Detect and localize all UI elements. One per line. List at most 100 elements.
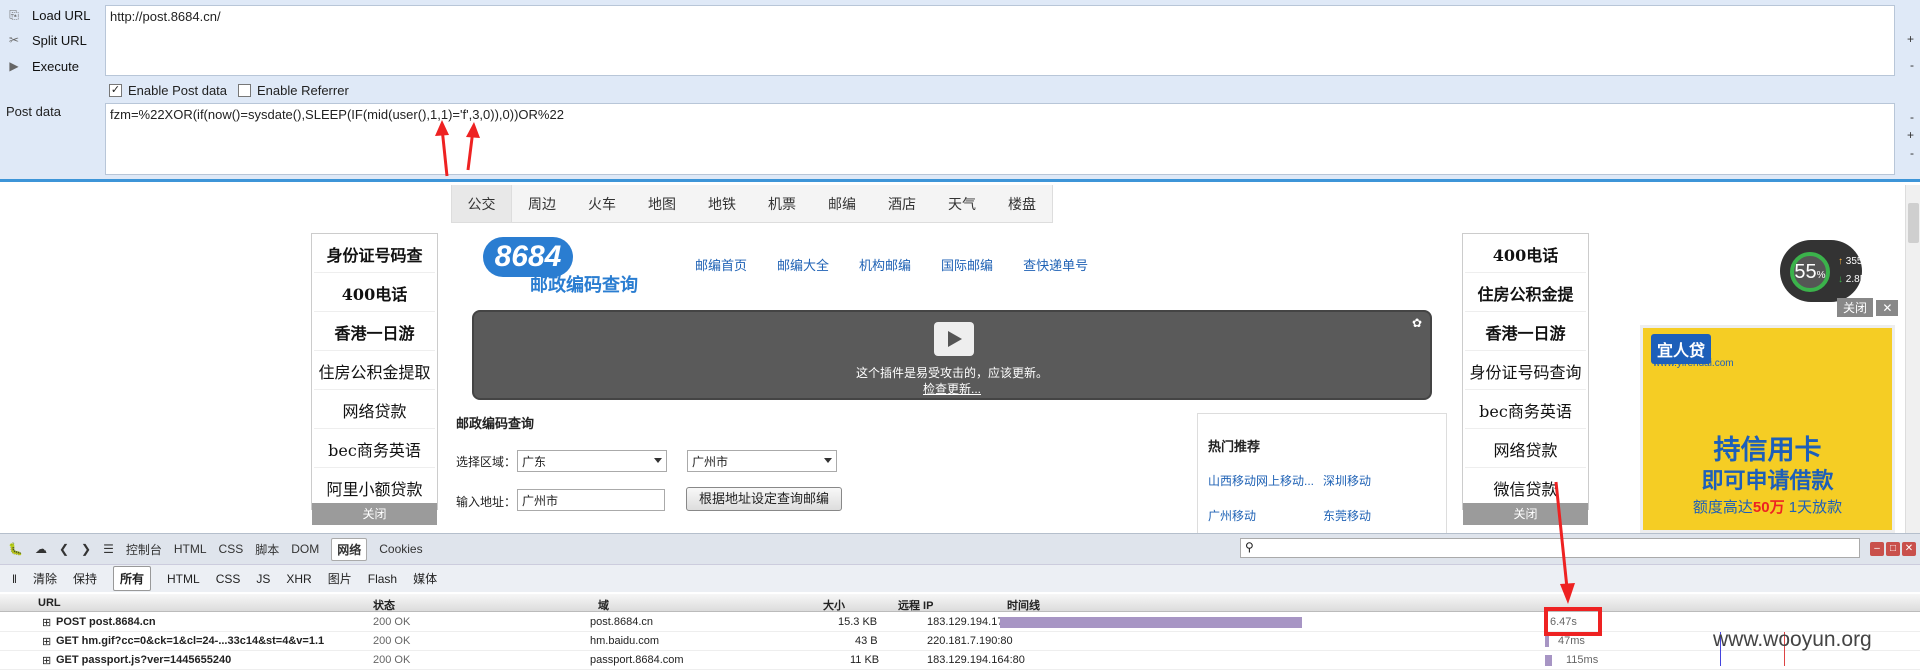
ad-link[interactable]: 网络贷款	[1465, 431, 1586, 468]
hot-link[interactable]: 广州移动	[1208, 507, 1256, 524]
nav-item[interactable]: 火车	[572, 185, 632, 222]
close-icon[interactable]: ✕	[1902, 542, 1916, 556]
nav-item[interactable]: 天气	[932, 185, 992, 222]
filter-images[interactable]: 图片	[328, 570, 352, 587]
table-row[interactable]: ⊞ POST post.8684.cn 200 OK post.8684.cn …	[0, 613, 1920, 632]
address-input[interactable]: 广州市	[517, 489, 665, 511]
col-status[interactable]: 状态	[373, 597, 395, 613]
post-data-input[interactable]: fzm=%22XOR(if(now()=sysdate(),SLEEP(IF(m…	[105, 103, 1895, 175]
ad-link[interactable]: 400电话	[1465, 236, 1586, 273]
firebug-search-input[interactable]: ⚲	[1240, 538, 1860, 558]
col-timeline[interactable]: 时间线	[1007, 597, 1040, 613]
col-remote-ip[interactable]: 远程 IP	[898, 597, 933, 613]
pause-icon[interactable]: ‖	[12, 572, 17, 586]
tab-css[interactable]: CSS	[219, 542, 244, 556]
detach-icon[interactable]: □	[1886, 542, 1900, 556]
execute-button[interactable]: ▶ Execute	[6, 55, 79, 77]
ad-link[interactable]: 身份证号码查	[314, 236, 435, 273]
nav-item[interactable]: 机票	[752, 185, 812, 222]
tab-cookies[interactable]: Cookies	[379, 542, 422, 556]
enable-post-checkbox[interactable]: ✓ Enable Post data	[109, 83, 227, 98]
persist-button[interactable]: 保持	[73, 570, 97, 587]
query-postcode-button[interactable]: 根据地址设定查询邮编	[686, 487, 842, 511]
tab-dom[interactable]: DOM	[291, 542, 319, 556]
back-icon[interactable]: ❮	[59, 542, 69, 556]
plugin-update-link[interactable]: 检查更新...	[474, 380, 1430, 397]
load-url-button[interactable]: ⎘ Load URL	[6, 4, 90, 26]
header-link[interactable]: 邮编首页	[695, 255, 747, 274]
ad-link[interactable]: 身份证号码查询	[1465, 353, 1586, 390]
filter-all[interactable]: 所有	[113, 566, 152, 591]
tab-net[interactable]: 网络	[331, 537, 368, 561]
row-ip: 183.129.194.164:80	[927, 654, 1025, 666]
hot-link[interactable]: 东莞移动	[1323, 507, 1371, 524]
ad-link[interactable]: 网络贷款	[314, 392, 435, 429]
table-row[interactable]: ⊞ GET passport.js?ver=1445655240 200 OK …	[0, 651, 1920, 670]
left-ad-close-button[interactable]: 关闭	[312, 503, 437, 525]
header-link[interactable]: 国际邮编	[941, 255, 993, 274]
nav-item[interactable]: 邮编	[812, 185, 872, 222]
region-label: 选择区域：	[456, 455, 517, 469]
url-collapse-button[interactable]: -	[1910, 58, 1914, 72]
tab-script[interactable]: 脚本	[255, 541, 279, 558]
row-size: 15.3 KB	[838, 616, 878, 628]
post-minus-button-2[interactable]: -	[1910, 146, 1914, 160]
ad-link[interactable]: 香港一日游	[314, 314, 435, 351]
network-monitor-close[interactable]: 关闭 ✕	[1837, 298, 1905, 317]
col-domain[interactable]: 域	[598, 597, 609, 613]
city-select[interactable]: 广州市	[687, 450, 837, 472]
filter-media[interactable]: 媒体	[413, 570, 437, 587]
url-expand-button[interactable]: +	[1907, 32, 1914, 46]
header-link[interactable]: 查快递单号	[1023, 255, 1088, 274]
ad-link[interactable]: bec商务英语	[314, 431, 435, 468]
header-link[interactable]: 机构邮编	[859, 255, 911, 274]
cpu-percent-value: 55	[1794, 261, 1817, 283]
filter-html[interactable]: HTML	[167, 572, 200, 586]
tab-console[interactable]: 控制台	[126, 541, 162, 558]
nav-item[interactable]: 周边	[512, 185, 572, 222]
filter-flash[interactable]: Flash	[368, 572, 397, 586]
firebug-icon[interactable]: 🐛	[8, 542, 23, 556]
ad-link[interactable]: bec商务英语	[1465, 392, 1586, 429]
ad-link[interactable]: 住房公积金提取	[314, 353, 435, 390]
province-select[interactable]: 广东	[517, 450, 667, 472]
expand-icon[interactable]: ⊞	[42, 635, 51, 648]
page-scrollbar[interactable]	[1905, 185, 1920, 533]
nav-item[interactable]: 楼盘	[992, 185, 1052, 222]
split-url-button[interactable]: ✂ Split URL	[6, 29, 87, 51]
nav-item[interactable]: 酒店	[872, 185, 932, 222]
nav-item[interactable]: 地图	[632, 185, 692, 222]
ad-link[interactable]: 400电话	[314, 275, 435, 312]
filter-xhr[interactable]: XHR	[286, 572, 311, 586]
post-plus-button[interactable]: +	[1907, 128, 1914, 142]
minimize-icon[interactable]: –	[1870, 542, 1884, 556]
menu-icon[interactable]: ☰	[103, 542, 114, 556]
loan-ad-banner[interactable]: 宜人贷 www.yirendai.com 持信用卡 即可申请借款 额度高达50万…	[1640, 325, 1895, 533]
network-monitor-widget[interactable]: 55% ↑ 355K/s ↓ 2.8M/s	[1780, 240, 1877, 302]
blocked-plugin-box[interactable]: 这个插件是易受攻击的，应该更新。 检查更新... ✿	[472, 310, 1432, 400]
filter-css[interactable]: CSS	[216, 572, 241, 586]
nav-item[interactable]: 公交	[452, 185, 512, 222]
tab-html[interactable]: HTML	[174, 542, 207, 556]
ad-link[interactable]: 香港一日游	[1465, 314, 1586, 351]
nav-item[interactable]: 地铁	[692, 185, 752, 222]
url-input[interactable]: http://post.8684.cn/	[105, 5, 1895, 76]
expand-icon[interactable]: ⊞	[42, 616, 51, 629]
scrollbar-thumb[interactable]	[1908, 203, 1919, 243]
forward-icon[interactable]: ❯	[81, 542, 91, 556]
hot-link[interactable]: 山西移动网上移动...	[1208, 472, 1314, 489]
filter-js[interactable]: JS	[256, 572, 270, 586]
ad-link[interactable]: 住房公积金提	[1465, 275, 1586, 312]
expand-icon[interactable]: ⊞	[42, 654, 51, 667]
col-url[interactable]: URL	[38, 597, 61, 609]
post-minus-button[interactable]: -	[1910, 110, 1914, 124]
col-size[interactable]: 大小	[823, 597, 845, 613]
left-ad-column: 身份证号码查 400电话 香港一日游 住房公积金提取 网络贷款 bec商务英语 …	[311, 233, 438, 525]
header-link[interactable]: 邮编大全	[777, 255, 829, 274]
hot-link[interactable]: 深圳移动	[1323, 472, 1371, 489]
table-row[interactable]: ⊞ GET hm.gif?cc=0&ck=1&cl=24-...33c14&st…	[0, 632, 1920, 651]
ad-link[interactable]: 阿里小额贷款	[314, 470, 435, 507]
clear-button[interactable]: 清除	[33, 570, 57, 587]
enable-referrer-checkbox[interactable]: Enable Referrer	[238, 83, 349, 98]
inspect-icon[interactable]: ☁	[35, 542, 47, 556]
